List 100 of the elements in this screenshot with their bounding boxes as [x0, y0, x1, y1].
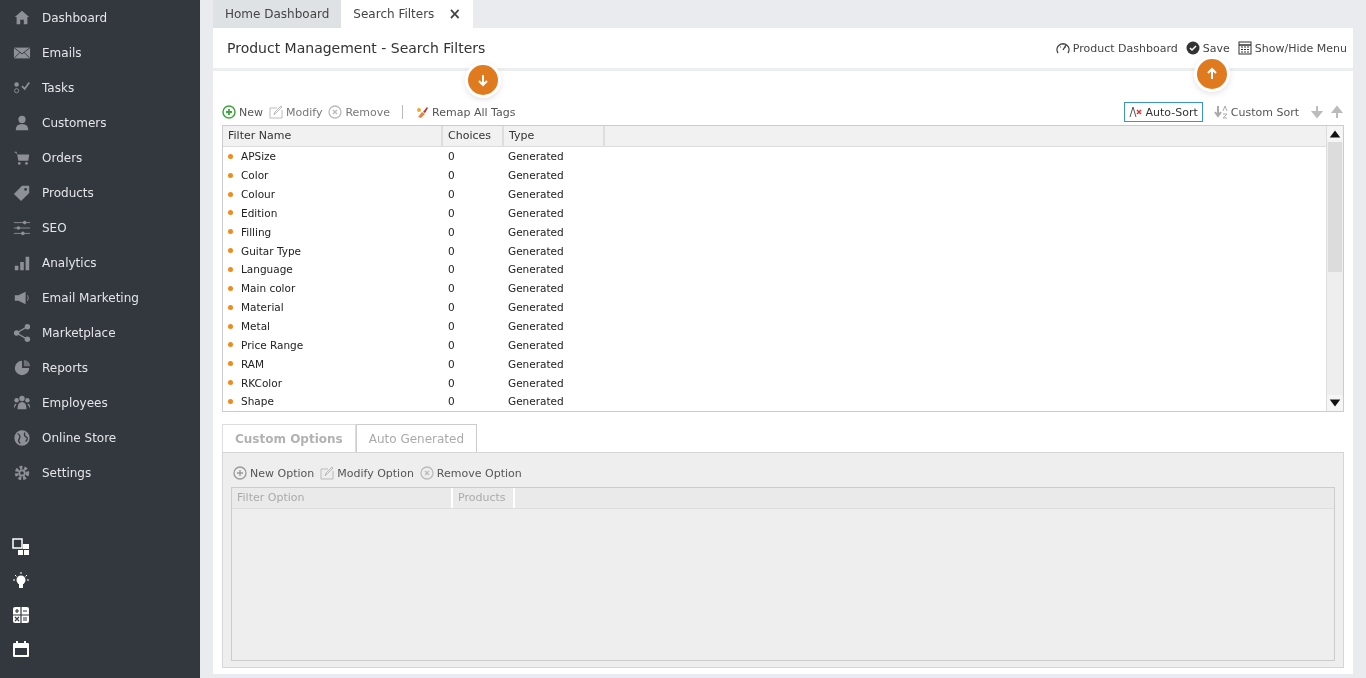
toolbar-button[interactable]: Show/Hide Menu: [1237, 41, 1347, 55]
share-icon: [12, 323, 32, 342]
sort-button[interactable]: Custom Sort: [1208, 102, 1304, 122]
column-header[interactable]: Filter Name: [223, 126, 443, 146]
table-cell-text: Generated: [507, 206, 565, 219]
tab[interactable]: Home Dashboard: [213, 0, 342, 28]
sidebar-item[interactable]: Orders: [0, 140, 200, 175]
globe-icon: [12, 428, 32, 447]
page-title: Product Management - Search Filters: [227, 40, 487, 56]
table-cell-text: Generated: [507, 150, 565, 163]
table-cell: Guitar Type: [241, 244, 302, 257]
sidebar-item[interactable]: Customers: [0, 105, 200, 140]
table-cell-text: Generated: [507, 376, 565, 389]
bullet-icon: [228, 323, 233, 329]
check-circle-icon: [1185, 41, 1200, 55]
sidebar-item[interactable]: Marketplace: [0, 315, 200, 350]
sliders-icon: [12, 218, 32, 237]
table-cell-text: 0: [447, 263, 456, 276]
table-cell-text: Generated: [507, 188, 565, 200]
bullet-icon: [228, 229, 233, 235]
sidebar-item[interactable]: Employees: [0, 385, 200, 420]
tab[interactable]: Search Filters ×: [341, 0, 473, 28]
sidebar-item[interactable]: SEO: [0, 210, 200, 245]
sidebar-item[interactable]: Tasks: [0, 70, 200, 105]
table-cell: Language: [241, 263, 293, 276]
table-cell-text: Generated: [507, 263, 565, 276]
brush-icon: [415, 105, 430, 119]
column-header[interactable]: Choices: [443, 126, 504, 146]
bullet-icon: [228, 342, 233, 348]
table-cell-text: 0: [447, 188, 456, 200]
toolbar-button[interactable]: New: [222, 105, 263, 119]
arrow-down-icon: [476, 73, 490, 87]
table-cell-text: 0: [447, 244, 456, 257]
table-cell-text: Generated: [507, 320, 565, 332]
table-cell: Filling: [241, 225, 272, 238]
bullet-icon: [228, 398, 233, 404]
bullet-icon: [228, 304, 233, 310]
scrollbar[interactable]: [1326, 126, 1343, 411]
sidebar-item[interactable]: Settings: [0, 455, 200, 490]
bullet-icon: [228, 266, 233, 272]
sidebar-item[interactable]: Dashboard: [0, 0, 200, 35]
home-icon: [12, 8, 32, 27]
table-cell-text: 0: [447, 395, 456, 408]
column-header[interactable]: Type: [504, 126, 605, 146]
bullet-icon: [228, 285, 233, 291]
group-icon: [12, 393, 32, 412]
table-cell-text: 0: [447, 282, 456, 295]
sidebar-item[interactable]: Email Marketing: [0, 280, 200, 315]
table-cell-text: Generated: [507, 338, 565, 351]
toolbar-button[interactable]: Modify Option: [320, 466, 414, 480]
table-cell: Price Range: [241, 338, 304, 351]
sidebar-item[interactable]: Products: [0, 175, 200, 210]
calendar-grid-icon: [1237, 41, 1252, 55]
toolbar-button[interactable]: Modify: [269, 105, 323, 119]
bullet-icon: [228, 153, 233, 159]
table-cell: Material: [241, 301, 284, 314]
table-cell: RKColor: [241, 376, 283, 389]
table-cell-text: Generated: [507, 244, 565, 257]
bullet-icon: [228, 191, 233, 197]
table-cell: APSize: [241, 150, 277, 163]
toolbar-button[interactable]: Remove: [328, 105, 391, 119]
pencil-icon: [320, 466, 335, 480]
sidebar-item[interactable]: Emails: [0, 35, 200, 70]
table-cell: Shape: [241, 395, 274, 408]
toolbar-button[interactable]: Save: [1185, 41, 1230, 55]
table-cell: RAM: [241, 357, 265, 370]
arrow-up-icon: [1205, 67, 1219, 81]
table-cell-text: 0: [447, 225, 456, 238]
table-cell-text: Generated: [507, 301, 565, 314]
toolbar-button[interactable]: Remove Option: [419, 466, 522, 480]
sidebar-item[interactable]: Analytics: [0, 245, 200, 280]
close-button[interactable]: ×: [448, 5, 461, 23]
sidebar-item[interactable]: Reports: [0, 350, 200, 385]
sort-alpha-icon: [1128, 105, 1143, 119]
table-cell-text: Generated: [507, 169, 565, 182]
close-circle-icon: [328, 105, 343, 119]
table-cell: Metal: [241, 320, 270, 332]
lightbulb-icon: [12, 572, 30, 590]
table-cell-text: Generated: [507, 357, 565, 370]
table-cell: Edition: [241, 206, 278, 219]
table-cell-text: 0: [447, 320, 456, 332]
sort-down-icon: [1213, 105, 1228, 119]
table-cell-text: 0: [447, 169, 456, 182]
toolbar-button[interactable]: New Option: [233, 466, 315, 480]
plus-circle-icon: [233, 466, 247, 480]
close-circle-icon: [419, 466, 434, 480]
table-cell: Colour: [241, 188, 276, 200]
plus-circle-icon: [222, 105, 236, 119]
gear-icon: [12, 463, 32, 482]
table-cell-text: 0: [447, 338, 456, 351]
toolbar-button[interactable]: Product Dashboard: [1055, 41, 1178, 55]
bullet-icon: [228, 210, 233, 216]
table-cell-text: Generated: [507, 395, 565, 408]
table-cell-text: 0: [447, 357, 456, 370]
sidebar-item[interactable]: Online Store: [0, 420, 200, 455]
table-cell-text: 0: [447, 206, 456, 219]
sort-button[interactable]: Auto-Sort: [1123, 102, 1203, 122]
toolbar-button[interactable]: Remap All Tags: [415, 105, 516, 119]
tag-icon: [12, 183, 32, 202]
windows-icon: [12, 538, 30, 556]
